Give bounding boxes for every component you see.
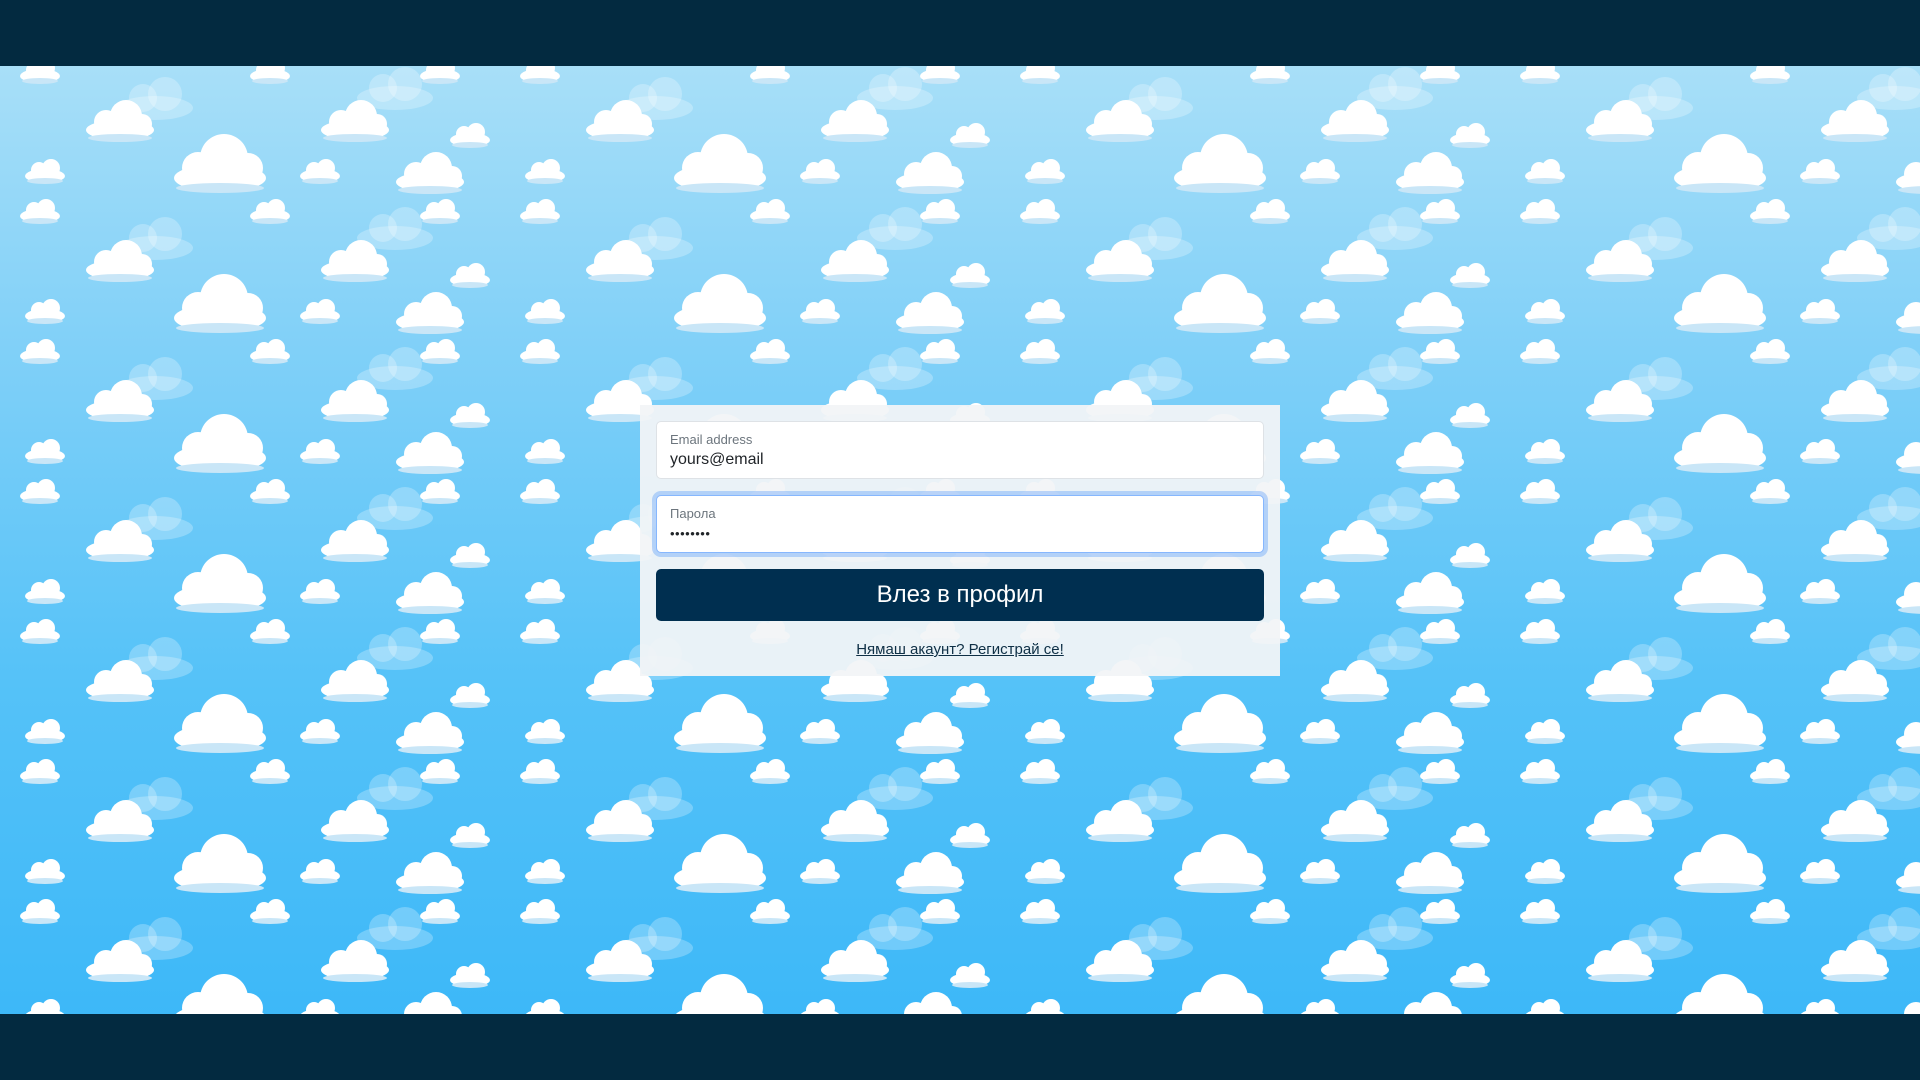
bottom-bar: [0, 1014, 1920, 1080]
email-label: Email address: [670, 432, 753, 447]
email-field[interactable]: Email address: [656, 421, 1264, 479]
login-button[interactable]: Влез в профил: [656, 569, 1264, 621]
password-input[interactable]: [670, 526, 1250, 541]
email-input[interactable]: [670, 451, 1250, 469]
password-field[interactable]: Парола: [656, 495, 1264, 553]
register-link[interactable]: Нямаш акаунт? Регистрай се!: [656, 641, 1264, 658]
password-label: Парола: [670, 506, 716, 521]
top-bar: [0, 0, 1920, 66]
login-card: Email address Парола Влез в профил Нямаш…: [640, 405, 1280, 676]
